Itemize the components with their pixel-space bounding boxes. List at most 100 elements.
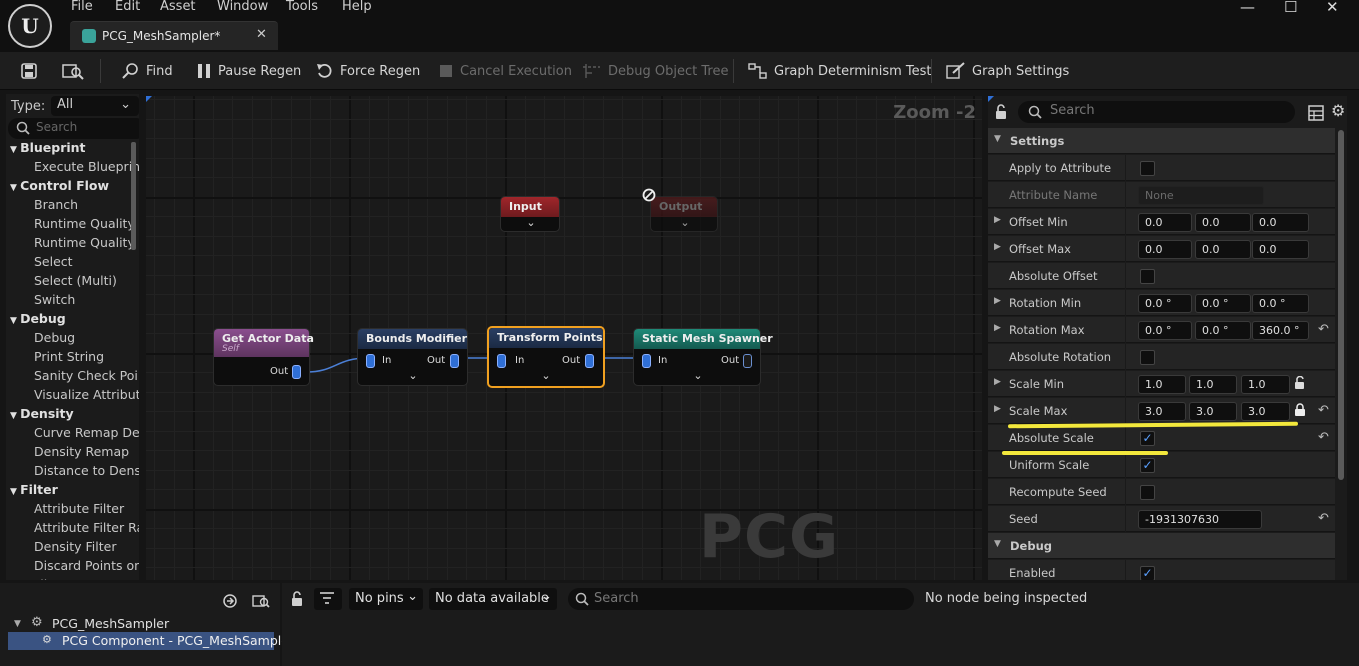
type-dropdown[interactable]: All ⌄ <box>51 96 139 116</box>
chevron-down-icon[interactable]: ⌄ <box>692 369 704 382</box>
scale-min-y-field[interactable]: 1.0 <box>1189 375 1237 394</box>
outliner-root-label[interactable]: PCG_MeshSampler <box>52 616 169 631</box>
expand-arrow-icon[interactable]: ▶ <box>994 215 1001 225</box>
chevron-down-icon[interactable]: ⌄ <box>679 216 691 229</box>
palette-item[interactable]: Switch <box>34 292 75 311</box>
palette-item[interactable]: Select (Multi) <box>34 273 117 292</box>
expand-arrow-icon[interactable]: ▶ <box>994 296 1001 306</box>
close-window-button[interactable]: ✕ <box>1326 0 1339 16</box>
palette-item[interactable]: Discard Points on Irregular Surface <box>34 558 139 577</box>
force-regen-button[interactable]: Force Regen <box>316 52 420 90</box>
scale-min-x-field[interactable]: 1.0 <box>1138 375 1186 394</box>
output-node[interactable]: Output ⌄ <box>650 196 718 232</box>
expand-arrow-icon[interactable]: ▶ <box>994 242 1001 252</box>
scale-max-x-field[interactable]: 3.0 <box>1138 402 1186 421</box>
absolute-scale-checkbox[interactable]: ✓ <box>1140 431 1155 446</box>
expand-arrow-icon[interactable]: ▶ <box>994 377 1001 387</box>
details-scrollbar[interactable] <box>1338 130 1344 480</box>
gear-icon[interactable]: ⚙ <box>1331 101 1345 120</box>
offset-min-y-field[interactable]: 0.0 <box>1195 213 1251 232</box>
palette-item[interactable]: Density Filter <box>34 539 116 558</box>
minimize-button[interactable]: — <box>1240 0 1255 16</box>
palette-item[interactable]: Attribute Filter <box>34 501 124 520</box>
offset-min-z-field[interactable]: 0.0 <box>1252 213 1309 232</box>
chevron-down-icon[interactable]: ⌄ <box>540 369 552 382</box>
attribute-name-field[interactable]: None <box>1138 186 1264 205</box>
palette-item[interactable]: Sanity Check Point <box>34 368 139 387</box>
bounds-modifier-node[interactable]: Bounds Modifier In Out ⌄ <box>357 328 468 386</box>
apply-to-attribute-checkbox[interactable] <box>1140 161 1155 176</box>
tab-close-icon[interactable]: ✕ <box>256 27 267 42</box>
debug-object-tree-button[interactable]: Debug Object Tree <box>580 52 728 90</box>
transform-points-node[interactable]: Transform Points In Out ⌄ <box>487 326 605 388</box>
pause-regen-button[interactable]: Pause Regen <box>196 52 301 90</box>
data-dropdown[interactable]: No data available ⌄ <box>429 588 557 610</box>
unreal-logo-icon[interactable]: U <box>8 4 52 48</box>
lock-ratio-icon[interactable] <box>1294 403 1306 417</box>
inspector-search-input[interactable]: Search <box>568 588 914 610</box>
offset-min-x-field[interactable]: 0.0 <box>1138 213 1192 232</box>
scale-min-z-field[interactable]: 1.0 <box>1241 375 1290 394</box>
palette-item[interactable]: Debug <box>34 330 75 349</box>
scale-max-y-field[interactable]: 3.0 <box>1189 402 1237 421</box>
palette-item[interactable]: Density Remap <box>34 444 129 463</box>
palette-category[interactable]: ▼ Debug <box>10 311 66 330</box>
menu-edit[interactable]: Edit <box>115 0 140 14</box>
palette-scrollbar[interactable] <box>131 142 136 250</box>
rotation-max-z-field[interactable]: 360.0 ° <box>1252 321 1309 340</box>
settings-category[interactable]: ▼ Settings <box>988 128 1335 154</box>
palette-item[interactable]: Runtime Quality <box>34 216 135 235</box>
outliner-selected-row[interactable]: ⚙ PCG Component - PCG_MeshSampler <box>8 632 294 650</box>
in-pin[interactable] <box>642 354 651 368</box>
uniform-scale-checkbox[interactable]: ✓ <box>1140 458 1155 473</box>
palette-item[interactable]: Distance to Density <box>34 463 139 482</box>
palette-item[interactable]: Print String <box>34 349 104 368</box>
scale-max-z-field[interactable]: 3.0 <box>1241 402 1290 421</box>
in-pin[interactable] <box>497 354 506 368</box>
out-pin[interactable] <box>585 354 594 368</box>
palette-item[interactable]: Runtime Quality <box>34 235 135 254</box>
browse-icon[interactable] <box>252 593 270 609</box>
offset-max-z-field[interactable]: 0.0 <box>1252 240 1309 259</box>
graph-canvas[interactable]: Zoom -2 PCG Graph Input ⌄ Output ⌄ Get A… <box>146 96 982 580</box>
expand-arrow-icon[interactable]: ▶ <box>994 323 1001 333</box>
palette-item[interactable]: Select <box>34 254 73 273</box>
static-mesh-spawner-node[interactable]: Static Mesh Spawner In Out ⌄ <box>633 328 773 386</box>
palette-item[interactable]: Branch <box>34 197 78 216</box>
palette-search-input[interactable]: Search <box>8 118 139 139</box>
menu-file[interactable]: File <box>71 0 93 14</box>
graph-settings-button[interactable]: Graph Settings <box>946 52 1069 90</box>
absolute-rotation-checkbox[interactable] <box>1140 350 1155 365</box>
menu-help[interactable]: Help <box>342 0 372 14</box>
reset-to-default-icon[interactable]: ↶ <box>1318 511 1329 526</box>
menu-tools[interactable]: Tools <box>286 0 318 14</box>
debug-category[interactable]: ▼ Debug <box>988 533 1335 559</box>
palette-item[interactable]: Attribute Filter Range <box>34 520 139 539</box>
palette-category[interactable]: ▼ Control Flow <box>10 178 109 197</box>
palette-item[interactable]: Execute Blueprint <box>34 159 139 178</box>
maximize-button[interactable]: ☐ <box>1284 0 1297 16</box>
find-button[interactable]: Find <box>122 52 173 90</box>
table-view-icon[interactable] <box>1308 105 1324 121</box>
offset-max-y-field[interactable]: 0.0 <box>1195 240 1251 259</box>
rotation-max-x-field[interactable]: 0.0 ° <box>1138 321 1192 340</box>
graph-determinism-test-button[interactable]: Graph Determinism Test <box>748 52 932 90</box>
in-pin[interactable] <box>366 354 375 368</box>
menu-asset[interactable]: Asset <box>160 0 196 14</box>
palette-category[interactable]: ▼ Density <box>10 406 74 425</box>
pins-dropdown[interactable]: No pins ⌄ <box>349 588 423 610</box>
save-button[interactable] <box>20 52 38 90</box>
filter-button[interactable] <box>314 588 342 610</box>
rotation-max-y-field[interactable]: 0.0 ° <box>1195 321 1251 340</box>
palette-category[interactable]: ▼ Blueprint <box>10 140 86 159</box>
rotation-min-z-field[interactable]: 0.0 ° <box>1252 294 1309 313</box>
out-pin[interactable] <box>450 354 459 368</box>
menu-window[interactable]: Window <box>217 0 268 14</box>
reset-to-default-icon[interactable]: ↶ <box>1318 322 1329 337</box>
recompute-seed-checkbox[interactable] <box>1140 485 1155 500</box>
seed-field[interactable]: -1931307630 <box>1138 510 1262 529</box>
rotation-min-x-field[interactable]: 0.0 ° <box>1138 294 1192 313</box>
expand-arrow-icon[interactable]: ▼ <box>14 619 21 629</box>
rotation-min-y-field[interactable]: 0.0 ° <box>1195 294 1251 313</box>
expand-arrow-icon[interactable]: ▶ <box>994 404 1001 414</box>
